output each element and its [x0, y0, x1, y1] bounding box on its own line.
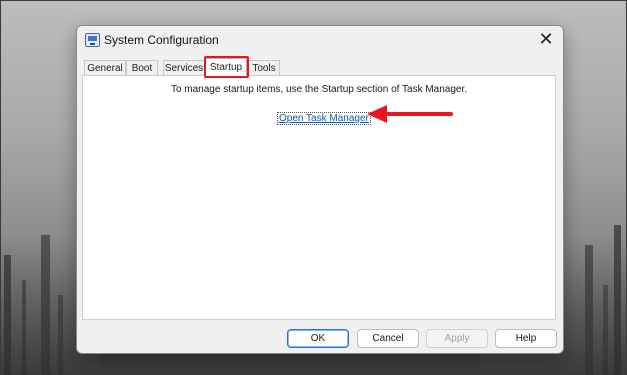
tab-services[interactable]: Services — [163, 60, 205, 76]
tab-boot[interactable]: Boot — [126, 60, 158, 76]
startup-tab-highlight — [204, 56, 249, 78]
help-button[interactable]: Help — [495, 329, 557, 348]
dialog-title: System Configuration — [104, 33, 219, 47]
startup-panel: To manage startup items, use the Startup… — [82, 75, 556, 320]
close-icon[interactable]: ✕ — [533, 28, 559, 50]
cancel-button[interactable]: Cancel — [357, 329, 419, 348]
system-configuration-dialog: System Configuration ✕ General Boot Serv… — [76, 25, 564, 354]
open-task-manager-link[interactable]: Open Task Manager — [277, 112, 371, 125]
tab-tools[interactable]: Tools — [248, 60, 280, 76]
system-configuration-icon — [85, 33, 100, 47]
startup-message: To manage startup items, use the Startup… — [170, 84, 468, 95]
apply-button[interactable]: Apply — [426, 329, 488, 348]
ok-button[interactable]: OK — [287, 329, 349, 348]
arrow-icon — [367, 105, 453, 123]
title-bar[interactable]: System Configuration ✕ — [77, 26, 563, 54]
dialog-button-row: OK Cancel Apply Help — [77, 323, 563, 351]
tab-general[interactable]: General — [84, 60, 126, 76]
